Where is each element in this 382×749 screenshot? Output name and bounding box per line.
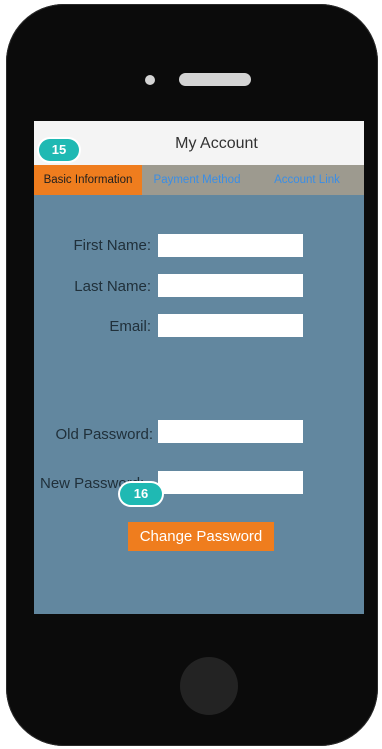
last-name-field[interactable] xyxy=(158,274,303,297)
tab-payment-method[interactable]: Payment Method xyxy=(144,165,250,195)
old-password-field[interactable] xyxy=(158,420,303,443)
first-name-field[interactable] xyxy=(158,234,303,257)
new-password-field[interactable] xyxy=(158,471,303,494)
last-name-label: Last Name: xyxy=(74,278,151,295)
page-title: My Account xyxy=(175,135,258,152)
app-screen: My Account Basic Information Payment Met… xyxy=(34,121,364,614)
tab-account-link[interactable]: Account Link xyxy=(250,165,364,195)
step-marker-15: 15 xyxy=(39,139,79,161)
camera-icon xyxy=(145,75,155,85)
step-marker-16: 16 xyxy=(120,483,162,505)
tab-bar: Basic Information Payment Method Account… xyxy=(34,165,364,195)
speaker-icon xyxy=(179,73,251,86)
change-password-button[interactable]: Change Password xyxy=(128,522,274,551)
home-button[interactable] xyxy=(180,657,238,715)
email-field[interactable] xyxy=(158,314,303,337)
old-password-label: Old Password: xyxy=(55,426,153,443)
email-label: Email: xyxy=(109,318,151,335)
first-name-label: First Name: xyxy=(73,237,151,254)
app-header: My Account xyxy=(34,121,364,165)
tab-basic-information[interactable]: Basic Information xyxy=(34,165,142,195)
